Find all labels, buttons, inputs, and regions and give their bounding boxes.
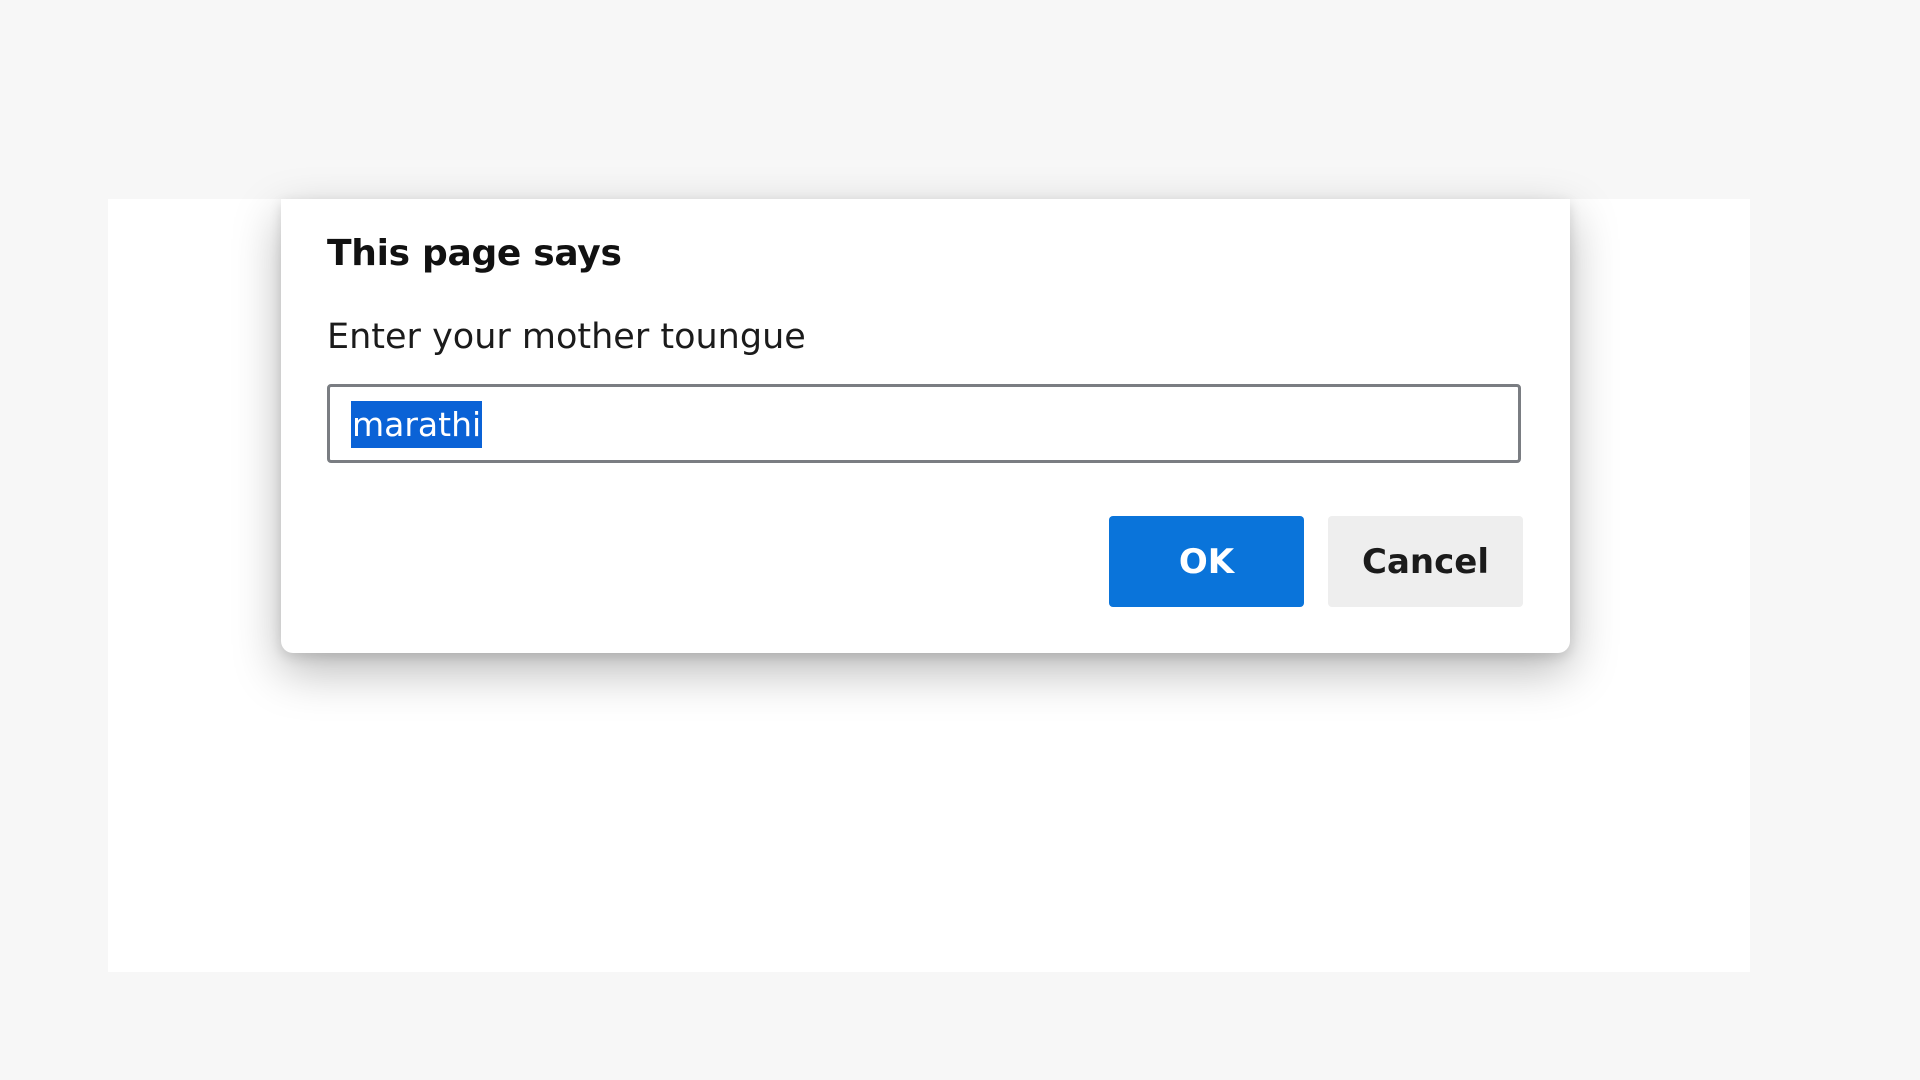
dialog-message: Enter your mother toungue xyxy=(327,317,806,357)
ok-button[interactable]: OK xyxy=(1109,516,1304,607)
prompt-input-selected-text: marathi xyxy=(351,401,483,448)
dialog-title: This page says xyxy=(327,233,622,274)
cancel-button[interactable]: Cancel xyxy=(1328,516,1523,607)
prompt-dialog: This page says Enter your mother toungue… xyxy=(281,199,1570,653)
prompt-input[interactable]: marathi xyxy=(327,384,1521,463)
